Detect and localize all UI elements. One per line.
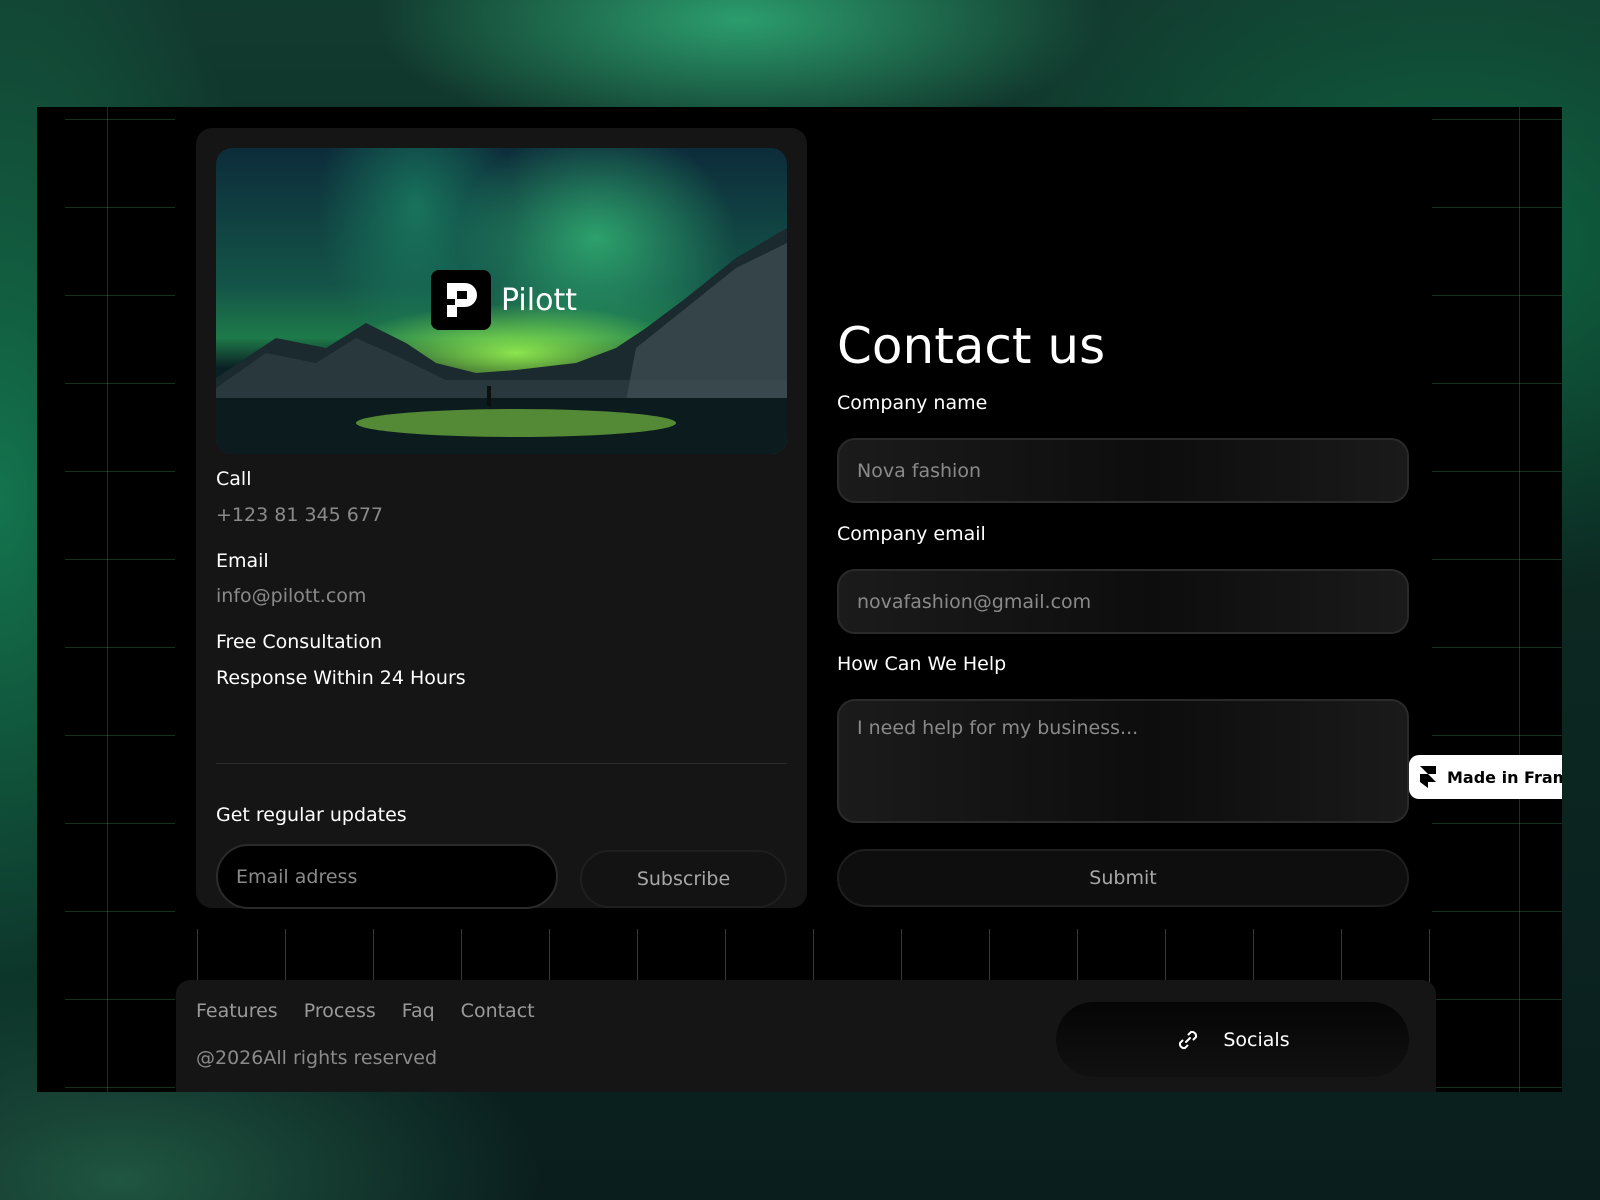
contact-info-card: Pilott Call +123 81 345 677 Email info@p… (196, 128, 807, 909)
brand-lockup: Pilott (431, 270, 577, 330)
made-in-framer-badge[interactable]: Made in Framer (1409, 755, 1562, 799)
socials-label: Socials (1223, 1028, 1290, 1051)
help-textarea[interactable] (837, 699, 1409, 823)
company-name-input[interactable] (837, 438, 1409, 503)
link-icon (1179, 1030, 1198, 1049)
email-label: Email (216, 550, 269, 572)
help-label: How Can We Help (837, 653, 1007, 675)
page-frame: Pilott Call +123 81 345 677 Email info@p… (37, 107, 1562, 1092)
email-value[interactable]: info@pilott.com (216, 585, 366, 607)
copyright-text: @2026All rights reserved (196, 1047, 438, 1069)
company-email-input[interactable] (837, 569, 1409, 634)
company-name-label: Company name (837, 392, 988, 414)
footer-link-contact[interactable]: Contact (461, 1000, 535, 1022)
brand-name: Pilott (501, 282, 577, 318)
badge-label: Made in Framer (1447, 767, 1562, 787)
grid-decoration-left (65, 107, 175, 1092)
footer-link-features[interactable]: Features (196, 1000, 278, 1022)
footer-link-faq[interactable]: Faq (402, 1000, 435, 1022)
footer: Features Process Faq Contact @2026All ri… (176, 980, 1436, 1092)
footer-nav: Features Process Faq Contact (196, 1000, 535, 1022)
footer-link-process[interactable]: Process (304, 1000, 376, 1022)
consultation-label: Free Consultation (216, 631, 382, 653)
page-title: Contact us (837, 317, 1106, 375)
company-email-label: Company email (837, 523, 986, 545)
subscribe-button[interactable]: Subscribe (580, 850, 787, 908)
call-value[interactable]: +123 81 345 677 (216, 504, 383, 526)
hero-image: Pilott (216, 148, 787, 454)
socials-button[interactable]: Socials (1056, 1002, 1409, 1077)
framer-icon (1420, 766, 1436, 788)
newsletter-label: Get regular updates (216, 804, 407, 826)
submit-button[interactable]: Submit (837, 849, 1409, 907)
call-label: Call (216, 468, 252, 490)
newsletter-email-input[interactable] (216, 844, 558, 909)
divider (216, 763, 787, 764)
response-label: Response Within 24 Hours (216, 667, 466, 689)
pilott-logo-icon (431, 270, 491, 330)
